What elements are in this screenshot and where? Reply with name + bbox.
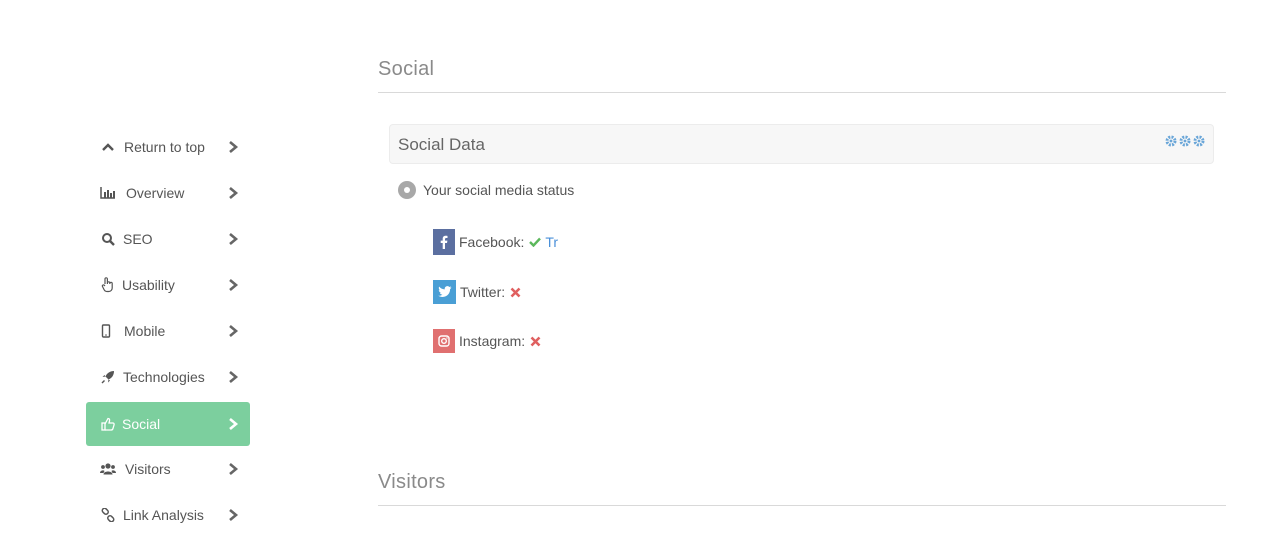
search-icon [100,231,116,247]
sidebar-item-technologies[interactable]: Technologies [86,355,250,399]
sidebar-item-visitors[interactable]: Visitors [86,447,250,491]
link-icon [100,507,116,523]
chevron-right-icon [227,278,239,292]
bar-chart-icon [100,185,116,201]
social-item-twitter: Twitter: [433,280,521,304]
cross-icon [510,287,521,298]
sidebar-item-label: SEO [123,231,153,247]
sidebar-item-label: Link Analysis [123,507,204,523]
social-data-panel: Social Data [389,124,1214,164]
social-name: Twitter: [460,284,506,300]
thumbs-up-icon [100,416,116,432]
chevron-right-icon [227,140,239,154]
chevron-right-icon [227,186,239,200]
instagram-icon [433,329,455,353]
facebook-extra-link[interactable]: Tr [545,234,558,250]
status-radio-icon [398,181,416,199]
pointer-hand-icon [100,277,116,293]
chevron-up-icon [100,139,116,155]
twitter-icon [433,280,456,304]
sidebar-item-mobile[interactable]: Mobile [86,309,250,353]
social-name: Instagram: [459,333,526,349]
sidebar-item-seo[interactable]: SEO [86,217,250,261]
panel-title: Social Data [398,135,485,154]
settings-gears-icon[interactable] [1165,135,1205,147]
social-item-instagram: Instagram: [433,329,541,353]
chevron-right-icon [227,417,239,431]
sidebar-item-social[interactable]: Social [86,402,250,446]
social-name: Facebook: [459,234,525,250]
chevron-right-icon [227,324,239,338]
social-status-row: Your social media status [398,181,574,199]
sidebar-item-usability[interactable]: Usability [86,263,250,307]
section-title-visitors: Visitors [378,471,446,493]
sidebar-item-label: Visitors [125,461,171,477]
section-divider [378,92,1226,93]
mobile-phone-icon [98,323,114,339]
chevron-right-icon [227,508,239,522]
cross-icon [530,336,541,347]
check-icon [529,237,542,247]
sidebar-item-label: Technologies [123,369,205,385]
status-text: Your social media status [423,182,575,198]
sidebar-item-label: Social [122,416,161,432]
facebook-icon [433,229,455,255]
chevron-right-icon [227,370,239,384]
sidebar-item-label: Overview [126,185,185,201]
section-title-social: Social [378,58,435,80]
users-icon [100,461,116,477]
chevron-right-icon [227,232,239,246]
chevron-right-icon [227,462,239,476]
sidebar-item-label: Return to top [124,139,205,155]
sidebar-item-label: Usability [122,277,175,293]
sidebar-item-overview[interactable]: Overview [86,171,250,215]
section-divider [378,505,1226,506]
sidebar-item-label: Mobile [124,323,166,339]
social-item-facebook: Facebook: Tr [433,229,558,255]
rocket-icon [100,369,116,385]
sidebar-item-return-to-top[interactable]: Return to top [86,125,250,169]
sidebar-item-link-analysis[interactable]: Link Analysis [86,493,250,537]
